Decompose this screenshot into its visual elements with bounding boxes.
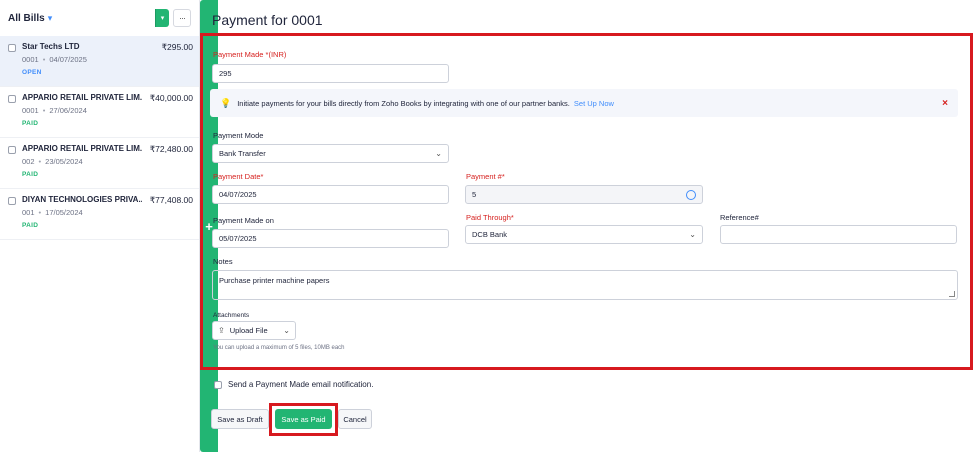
sidebar-title: All Bills — [8, 12, 45, 24]
upload-file-button[interactable]: ⇪ Upload File ⌄ — [212, 321, 296, 340]
save-as-paid-button[interactable]: Save as Paid — [275, 409, 332, 429]
notes-label: Notes — [213, 257, 233, 266]
cancel-button[interactable]: Cancel — [338, 409, 372, 429]
payment-mode-label: Payment Mode — [213, 131, 264, 140]
payment-made-label: Payment Made *(INR) — [213, 50, 287, 59]
bill-checkbox[interactable] — [8, 197, 16, 205]
bill-meta: 0001 • 04/07/2025 — [22, 55, 193, 64]
upload-icon: ⇪ — [218, 326, 225, 335]
bill-checkbox[interactable] — [8, 95, 16, 103]
bill-number: 0001 — [22, 106, 39, 115]
bill-date: 17/05/2024 — [45, 208, 83, 217]
bill-list-item[interactable]: APPARIO RETAIL PRIVATE LIM... ₹40,000.00… — [0, 87, 199, 138]
payment-date-input[interactable]: 04/07/2025 — [212, 185, 449, 204]
lightbulb-icon: 💡 — [220, 97, 232, 108]
reference-label: Reference# — [720, 213, 759, 222]
payment-number-input[interactable]: 5 — [465, 185, 703, 204]
paid-through-select[interactable]: DCB Bank ⌄ — [465, 225, 703, 244]
bill-vendor: APPARIO RETAIL PRIVATE LIM... — [22, 144, 142, 153]
payment-made-on-label: Payment Made on — [213, 216, 274, 225]
new-bill-button-group: + ▾ — [155, 0, 218, 452]
bill-vendor: APPARIO RETAIL PRIVATE LIM... — [22, 93, 142, 102]
bill-amount: ₹295.00 — [161, 42, 193, 52]
bill-list-item[interactable]: DIYAN TECHNOLOGIES PRIVA... ₹77,408.00 0… — [0, 189, 199, 240]
bill-status: OPEN — [22, 69, 42, 76]
bill-checkbox[interactable] — [8, 44, 16, 52]
bill-status: PAID — [22, 120, 39, 127]
attachments-label: Attachments — [213, 312, 250, 319]
set-up-now-link[interactable]: Set Up Now — [574, 99, 614, 108]
payment-date-label: Payment Date* — [213, 172, 264, 181]
attachments-help-text: You can upload a maximum of 5 files, 10M… — [213, 345, 345, 351]
chevron-down-icon: ⌄ — [283, 326, 290, 335]
separator-dot: • — [38, 208, 42, 217]
close-icon[interactable]: × — [942, 98, 948, 109]
bill-vendor: DIYAN TECHNOLOGIES PRIVA... — [22, 195, 142, 204]
email-notification-label: Send a Payment Made email notification. — [228, 380, 374, 389]
bank-integration-banner: 💡 Initiate payments for your bills direc… — [210, 89, 958, 117]
bill-amount: ₹77,408.00 — [149, 195, 193, 205]
payment-mode-value: Bank Transfer — [219, 149, 266, 158]
form-highlight-box: Payment Made *(INR) 295 💡 Initiate payme… — [200, 33, 973, 370]
bill-list-item[interactable]: Star Techs LTD ₹295.00 0001 • 04/07/2025 O… — [0, 36, 199, 87]
chevron-down-icon: ⌄ — [435, 149, 442, 158]
separator-dot: • — [42, 55, 46, 64]
bill-date: 23/05/2024 — [45, 157, 83, 166]
save-as-draft-button[interactable]: Save as Draft — [211, 409, 269, 429]
notes-textarea[interactable]: Purchase printer machine papers — [212, 270, 958, 300]
resize-handle-icon[interactable] — [949, 291, 955, 297]
page-title: Payment for 0001 — [212, 12, 323, 28]
bill-meta: 002 • 23/05/2024 — [22, 157, 193, 166]
reference-input[interactable] — [720, 225, 957, 244]
payment-made-on-input[interactable]: 05/07/2025 — [212, 229, 449, 248]
bills-filter-dropdown[interactable]: All Bills ▾ — [8, 13, 52, 24]
notes-value: Purchase printer machine papers — [219, 276, 330, 285]
bill-date: 27/06/2024 — [49, 106, 87, 115]
upload-file-label: Upload File — [229, 326, 268, 335]
paid-through-value: DCB Bank — [472, 230, 508, 239]
payment-mode-select[interactable]: Bank Transfer ⌄ — [212, 144, 449, 163]
payment-form-panel: Payment for 0001 Payment Made *(INR) 295… — [200, 0, 975, 452]
bill-date: 04/07/2025 — [49, 55, 87, 64]
bill-amount: ₹72,480.00 — [149, 144, 193, 154]
banner-text: Initiate payments for your bills directl… — [237, 98, 570, 108]
bills-sidebar: All Bills ▾ + ▾ ··· Star Techs LTD ₹295.… — [0, 0, 218, 452]
more-options-button[interactable]: ··· — [173, 9, 191, 27]
sidebar-header: All Bills ▾ + ▾ ··· — [0, 0, 218, 452]
payment-number-label: Payment #* — [466, 172, 505, 181]
bill-number: 001 — [22, 208, 35, 217]
bill-amount: ₹40,000.00 — [149, 93, 193, 103]
bill-status: PAID — [22, 222, 39, 229]
email-notification-checkbox[interactable] — [214, 380, 222, 389]
chevron-down-icon: ⌄ — [689, 230, 696, 239]
separator-dot: • — [42, 106, 46, 115]
bill-status: PAID — [22, 171, 39, 178]
email-notification-row[interactable]: Send a Payment Made email notification. — [214, 380, 373, 389]
bill-meta: 001 • 17/05/2024 — [22, 208, 193, 217]
bill-vendor: Star Techs LTD — [22, 42, 80, 51]
bill-checkbox[interactable] — [8, 146, 16, 154]
bill-list-item[interactable]: APPARIO RETAIL PRIVATE LIM... ₹72,480.00… — [0, 138, 199, 189]
new-bill-dropdown-button[interactable]: ▾ — [155, 9, 169, 27]
bill-number: 002 — [22, 157, 35, 166]
sidebar-actions: + ▾ ··· — [155, 0, 218, 452]
bill-meta: 0001 • 27/06/2024 — [22, 106, 193, 115]
gear-icon[interactable] — [686, 189, 696, 200]
payment-made-input[interactable]: 295 — [212, 64, 449, 83]
chevron-down-icon: ▾ — [47, 12, 53, 23]
payment-number-value: 5 — [472, 190, 477, 199]
paid-through-label: Paid Through* — [466, 213, 514, 222]
separator-dot: • — [38, 157, 42, 166]
bill-number: 0001 — [22, 55, 39, 64]
